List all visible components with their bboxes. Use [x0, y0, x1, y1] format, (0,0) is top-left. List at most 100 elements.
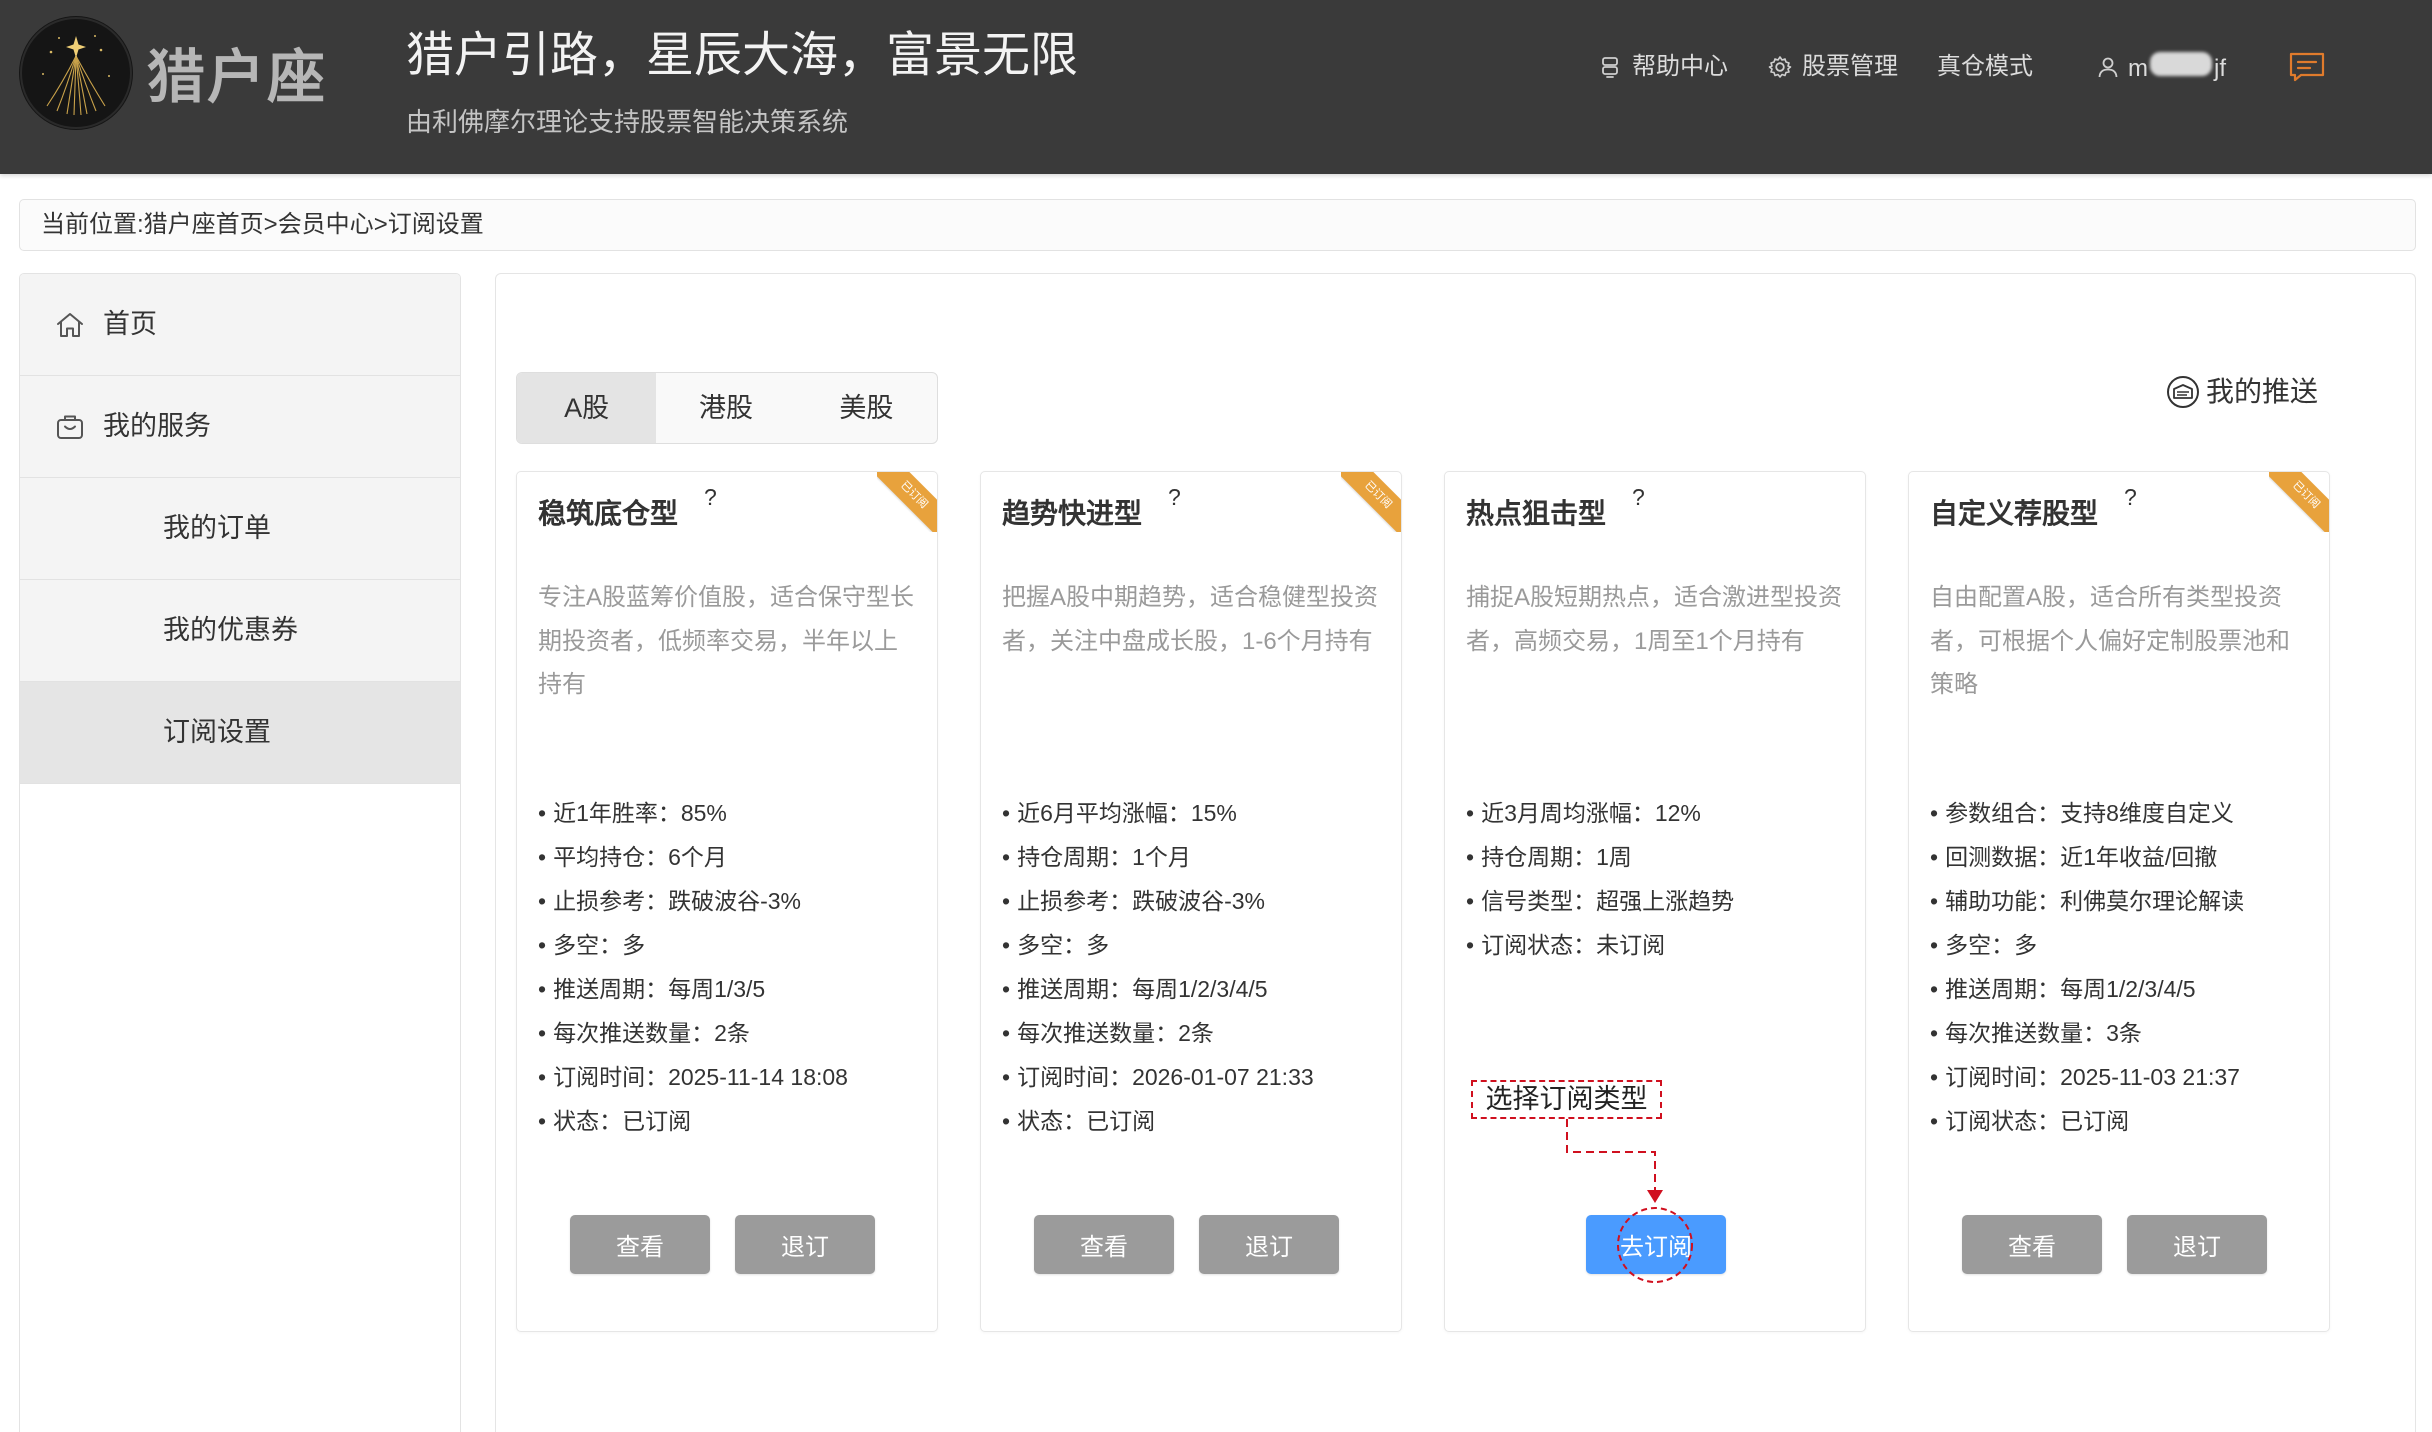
card-description: 把握A股中期趋势，适合稳健型投资者，关注中盘成长股，1-6个月持有 [1002, 584, 1379, 655]
help-center-icon [1602, 57, 1618, 78]
site-slogan: 猎户引路，星辰大海，富景无限 [406, 29, 1079, 82]
subscribed-ribbon: 已订阅 [2269, 472, 2329, 532]
orion-logo-icon[interactable] [19, 16, 133, 130]
card-feature-item: 辅助功能：利佛莫尔理论解读 [1930, 879, 2244, 923]
card-feature-item: 推送周期：每周1/3/5 [538, 967, 848, 1011]
card-feature-item: 回测数据：近1年收益/回撤 [1930, 835, 2244, 879]
help-question-icon[interactable]: ? [1632, 484, 1645, 510]
card-feature-item: 推送周期：每周1/2/3/4/5 [1002, 967, 1314, 1011]
card-title-row: 热点狙击型? [1466, 484, 1645, 532]
card-feature-item: 每次推送数量：2条 [538, 1011, 848, 1055]
username-start: m [2128, 55, 2148, 82]
view-button[interactable]: 查看 [1034, 1215, 1174, 1274]
sidebar-item-label: 我的优惠券 [163, 615, 298, 645]
ribbon-label: 已订阅 [877, 472, 937, 532]
card-feature-item: 每次推送数量：2条 [1002, 1011, 1314, 1055]
card-feature-list: 近3月周均涨幅：12% 持仓周期：1周 信号类型：超强上涨趋势 订阅状态：未订阅 [1466, 791, 1734, 967]
nav-user-account[interactable]: m jf [2096, 52, 2226, 82]
breadcrumb-prefix: 当前位置: [41, 211, 144, 238]
help-question-icon[interactable]: ? [2124, 484, 2137, 510]
card-feature-item: 近1年胜率：85% [538, 791, 848, 835]
card-title: 趋势快进型 [1002, 498, 1143, 529]
card-feature-item: 状态：已订阅 [538, 1099, 848, 1143]
tab-hk-shares[interactable]: 港股 [656, 373, 795, 443]
username-end: jf [2214, 55, 2226, 82]
sidebar-item-label: 订阅设置 [163, 717, 271, 747]
nav-stock-management[interactable]: 股票管理 [1767, 54, 1898, 80]
breadcrumb-separator: > [373, 211, 388, 238]
sidebar-item-label: 我的服务 [103, 411, 211, 441]
gear-icon [1768, 56, 1792, 78]
message-icon[interactable] [2287, 51, 2327, 83]
card-title-row: 稳筑底仓型? [538, 484, 717, 532]
view-button[interactable]: 查看 [570, 1215, 710, 1274]
card-feature-item: 平均持仓：6个月 [538, 835, 848, 879]
sidebar-item-my-coupons[interactable]: 我的优惠券 [20, 580, 460, 682]
my-push-button[interactable]: 我的推送 [2165, 374, 2318, 410]
plan-card-hotspot-sniper: 热点狙击型? 捕捉A股短期热点，适合激进型投资者，高频交易，1周至1个月持有 近… [1444, 471, 1866, 1332]
card-feature-item: 每次推送数量：3条 [1930, 1011, 2244, 1055]
nav-help-label: 帮助中心 [1632, 53, 1728, 80]
subscribed-ribbon: 已订阅 [877, 472, 937, 532]
sidebar-item-my-orders[interactable]: 我的订单 [20, 478, 460, 580]
help-question-icon[interactable]: ? [1168, 484, 1181, 510]
card-feature-item: 状态：已订阅 [1002, 1099, 1314, 1143]
sidebar-item-label: 我的订单 [163, 513, 271, 543]
username: m jf [2128, 52, 2226, 82]
ribbon-label: 已订阅 [1341, 472, 1401, 532]
card-feature-item: 订阅状态：未订阅 [1466, 923, 1734, 967]
logo-text: 猎户座 [147, 45, 328, 110]
tab-us-shares[interactable]: 美股 [796, 373, 937, 443]
user-icon [2098, 57, 2118, 78]
card-feature-list: 近6月平均涨幅：15% 持仓周期：1个月 止损参考：跌破波谷-3% 多空：多 推… [1002, 791, 1314, 1143]
card-feature-item: 订阅时间：2025-11-14 18:08 [538, 1055, 848, 1099]
nav-help-center[interactable]: 帮助中心 [1597, 54, 1728, 80]
unsubscribe-button[interactable]: 退订 [1199, 1215, 1339, 1274]
username-privacy-mask [2150, 52, 2212, 76]
ribbon-label: 已订阅 [2269, 472, 2329, 532]
nav-real-position-mode[interactable]: 真仓模式 [1937, 54, 2033, 80]
card-feature-item: 多空：多 [1002, 923, 1314, 967]
plan-card-custom-picks: 自定义荐股型? 已订阅 自由配置A股，适合所有类型投资者，可根据个人偏好定制股票… [1908, 471, 2330, 1332]
card-feature-item: 持仓周期：1个月 [1002, 835, 1314, 879]
card-feature-item: 近3月周均涨幅：12% [1466, 791, 1734, 835]
breadcrumb-separator: > [263, 211, 278, 238]
breadcrumb-current-page: 订阅设置 [387, 211, 484, 238]
card-title-row: 趋势快进型? [1002, 484, 1181, 532]
sidebar: 首页 我的服务 我的订单 我的优惠券 订阅设置 [19, 273, 461, 1432]
help-question-icon[interactable]: ? [704, 484, 717, 510]
market-tabs: A股 港股 美股 [516, 372, 938, 444]
card-feature-item: 止损参考：跌破波谷-3% [1002, 879, 1314, 923]
card-title: 热点狙击型 [1466, 498, 1607, 529]
card-feature-list: 参数组合：支持8维度自定义 回测数据：近1年收益/回撤 辅助功能：利佛莫尔理论解… [1930, 791, 2244, 1143]
card-description: 专注A股蓝筹价值股，适合保守型长期投资者，低频率交易，半年以上持有 [538, 584, 915, 698]
card-feature-item: 持仓周期：1周 [1466, 835, 1734, 879]
card-feature-item: 订阅状态：已订阅 [1930, 1099, 2244, 1143]
card-feature-item: 信号类型：超强上涨趋势 [1466, 879, 1734, 923]
unsubscribe-button[interactable]: 退订 [735, 1215, 875, 1274]
breadcrumb-link-member-center[interactable]: 会员中心 [278, 211, 374, 238]
subscribe-button[interactable]: 去订阅 [1586, 1215, 1726, 1274]
nav-real-mode-label: 真仓模式 [1937, 53, 2033, 80]
breadcrumb-link-home[interactable]: 猎户座首页 [144, 211, 264, 238]
top-header: 猎户座 猎户引路，星辰大海，富景无限 由利佛摩尔理论支持股票智能决策系统 帮助中… [0, 0, 2432, 174]
card-feature-item: 推送周期：每周1/2/3/4/5 [1930, 967, 2244, 1011]
home-icon [57, 313, 83, 337]
card-title: 自定义荐股型 [1930, 498, 2099, 529]
sidebar-item-my-services[interactable]: 我的服务 [20, 376, 460, 478]
card-feature-item: 止损参考：跌破波谷-3% [538, 879, 848, 923]
card-feature-list: 近1年胜率：85% 平均持仓：6个月 止损参考：跌破波谷-3% 多空：多 推送周… [538, 791, 848, 1143]
card-description: 捕捉A股短期热点，适合激进型投资者，高频交易，1周至1个月持有 [1466, 584, 1843, 655]
tab-a-shares[interactable]: A股 [517, 373, 657, 443]
view-button[interactable]: 查看 [1962, 1215, 2102, 1274]
card-feature-item: 多空：多 [538, 923, 848, 967]
card-feature-item: 订阅时间：2026-01-07 21:33 [1002, 1055, 1314, 1099]
card-feature-item: 订阅时间：2025-11-03 21:37 [1930, 1055, 2244, 1099]
unsubscribe-button[interactable]: 退订 [2127, 1215, 2267, 1274]
plan-card-steady-base: 稳筑底仓型? 已订阅 专注A股蓝筹价值股，适合保守型长期投资者，低频率交易，半年… [516, 471, 938, 1332]
sidebar-item-home[interactable]: 首页 [20, 274, 460, 376]
sidebar-item-subscription-settings[interactable]: 订阅设置 [20, 682, 460, 784]
subscribed-ribbon: 已订阅 [1341, 472, 1401, 532]
card-title-row: 自定义荐股型? [1930, 484, 2137, 532]
service-bag-icon [57, 415, 83, 439]
